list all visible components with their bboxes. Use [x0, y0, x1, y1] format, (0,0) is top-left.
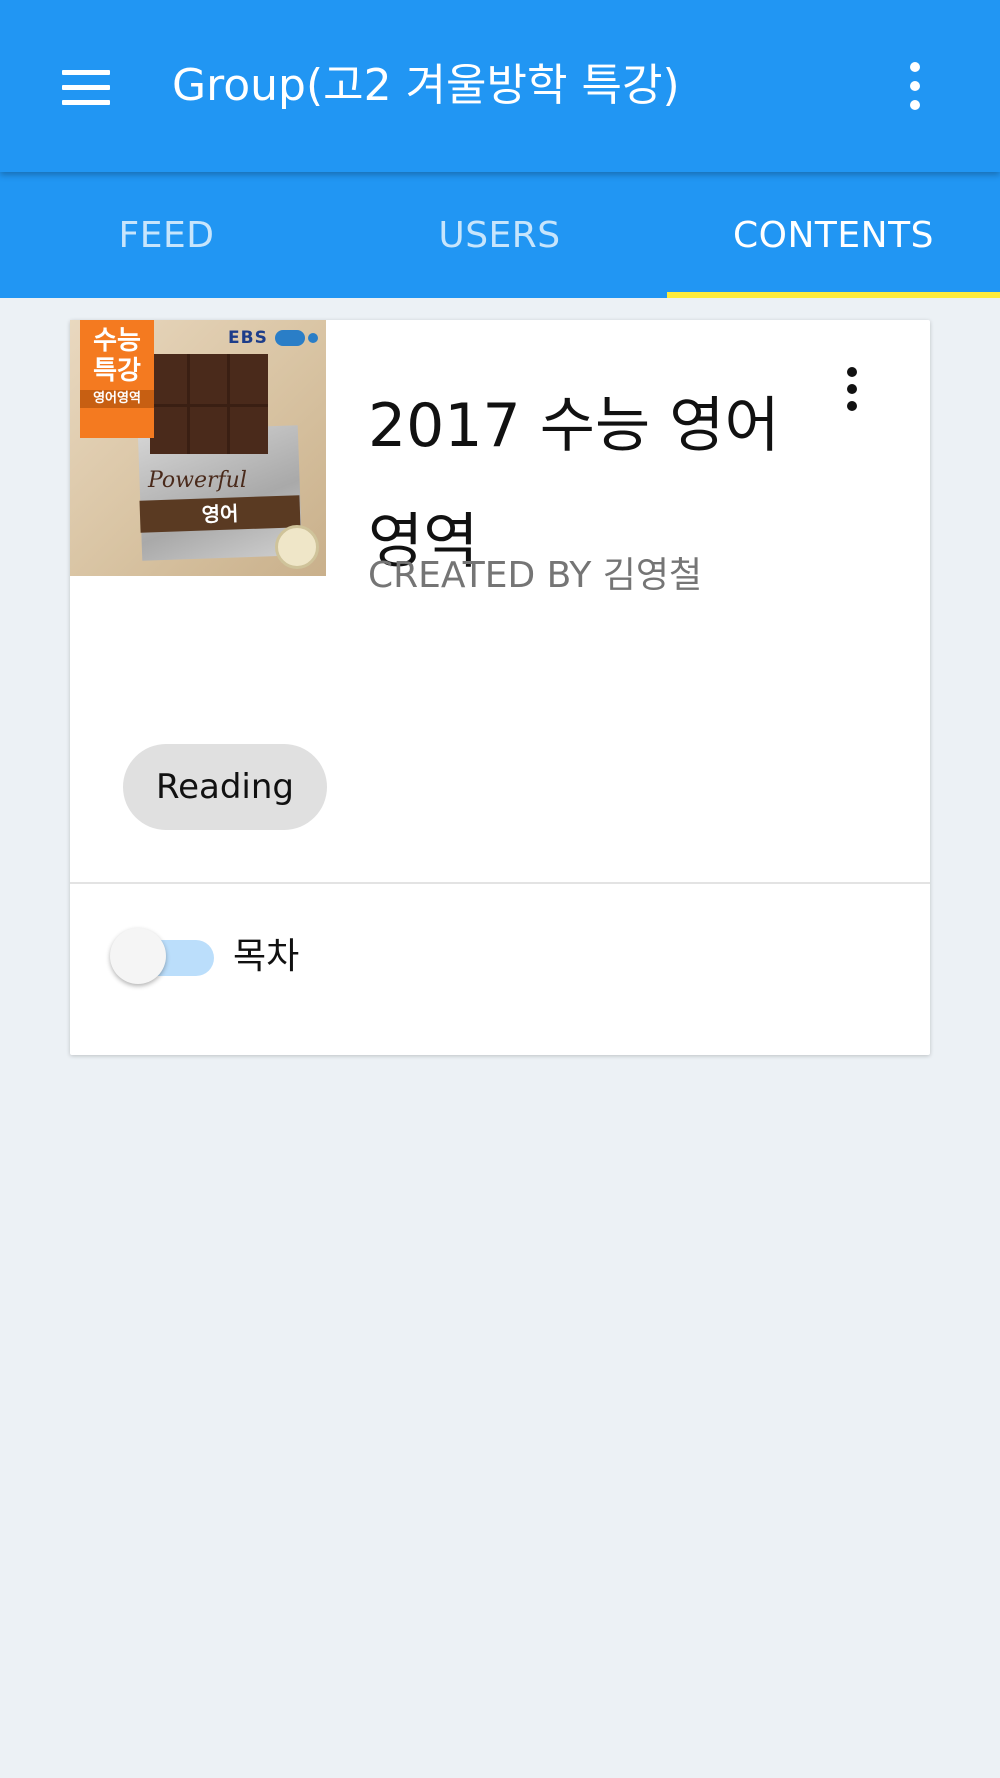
dot	[847, 401, 857, 411]
tab-feed[interactable]: FEED	[0, 172, 333, 298]
toggle-thumb	[110, 928, 166, 984]
hamburger-menu-icon[interactable]	[50, 58, 120, 116]
toc-toggle[interactable]	[110, 928, 214, 984]
cover-badge: 수능 특강 영어영역	[80, 320, 154, 438]
dot	[910, 100, 920, 110]
publisher-logo-mark	[275, 330, 305, 346]
cover-badge-text: 수능 특강	[93, 326, 141, 386]
page-title: Group(고2 겨울방학 특강)	[172, 60, 680, 111]
book-cover-image: 수능 특강 영어영역 EBS Powerful 영어	[70, 320, 326, 576]
cover-chocolate	[150, 354, 268, 454]
cover-band: 영어	[139, 495, 301, 533]
category-chip[interactable]: Reading	[123, 744, 327, 830]
tab-contents[interactable]: CONTENTS	[667, 172, 1000, 298]
menu-line	[62, 69, 110, 75]
more-vert-icon[interactable]	[832, 362, 872, 416]
more-vert-icon[interactable]	[885, 58, 945, 114]
publisher-logo-dot	[308, 333, 318, 343]
toc-toggle-label: 목차	[233, 936, 300, 977]
publisher-logo: EBS	[228, 328, 268, 348]
app-bar: Group(고2 겨울방학 특강)	[0, 0, 1000, 172]
content-author: CREATED BY 김영철	[368, 555, 703, 596]
dot	[910, 81, 920, 91]
tab-bar: FEED USERS CONTENTS	[0, 172, 1000, 298]
dot	[910, 62, 920, 72]
tab-indicator	[667, 292, 1000, 298]
cover-badge-sub: 영어영역	[80, 390, 154, 408]
menu-line	[62, 84, 110, 90]
menu-line	[62, 99, 110, 105]
content-card[interactable]: 수능 특강 영어영역 EBS Powerful 영어 2017 수능 영어 영역…	[70, 320, 930, 1055]
dot	[847, 384, 857, 394]
tab-users[interactable]: USERS	[333, 172, 666, 298]
divider	[70, 882, 930, 884]
dot	[847, 367, 857, 377]
cover-seal	[275, 525, 319, 569]
cover-script: Powerful	[148, 468, 247, 493]
